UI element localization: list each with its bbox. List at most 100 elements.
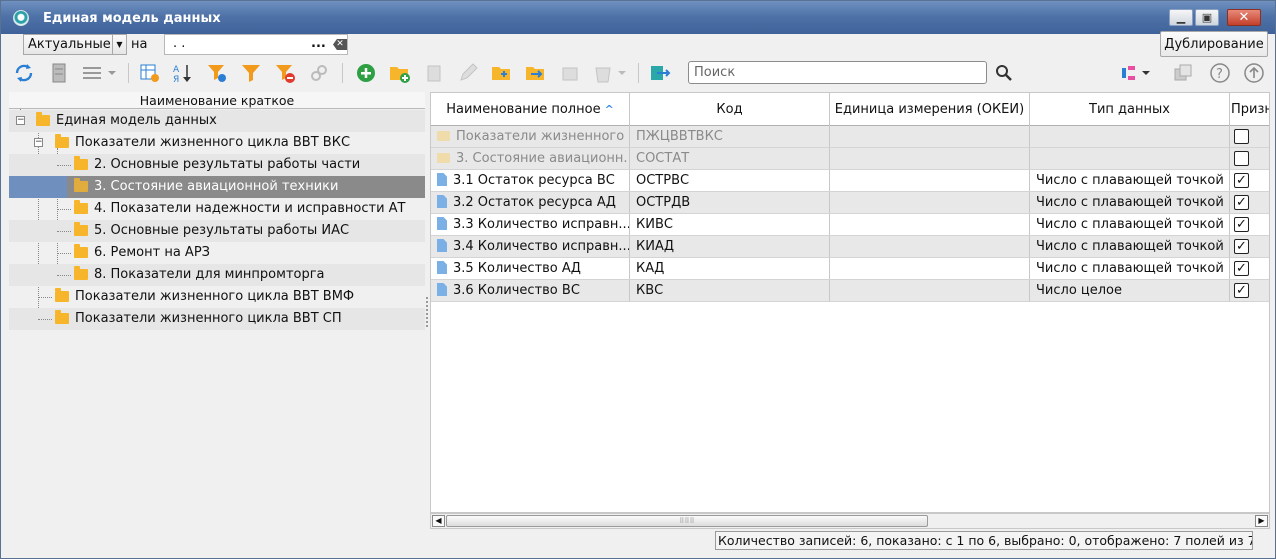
- duplicate-button[interactable]: Дублирование: [1160, 31, 1268, 57]
- folder-icon: [74, 200, 88, 214]
- column-header-name[interactable]: Наименование полное ^: [431, 93, 630, 126]
- windows-icon[interactable]: [1171, 61, 1195, 85]
- move-folder-icon[interactable]: [490, 61, 514, 85]
- sort-ascending-icon: ^: [604, 103, 614, 116]
- data-table: Наименование полное ^ Код Единица измерен…: [430, 92, 1270, 513]
- table-row[interactable]: 3.1 Остаток ресурса ВС ОСТРВС Число с пл…: [431, 170, 1269, 192]
- tree-item-label: Показатели жизненного цикла ВВТ ВМФ: [75, 289, 355, 304]
- table-row[interactable]: 3.2 Остаток ресурса АД ОСТРДВ Число с пл…: [431, 192, 1269, 214]
- tree-item-label: 6. Ремонт на АРЗ: [94, 245, 211, 260]
- delete-icon[interactable]: [592, 61, 632, 85]
- folder-icon: [437, 131, 450, 141]
- svg-text:A: A: [173, 65, 180, 75]
- scroll-right-icon[interactable]: ▶: [1255, 515, 1268, 527]
- export-icon[interactable]: [648, 61, 672, 85]
- tree-header[interactable]: Наименование краткое: [9, 92, 425, 109]
- minimize-button[interactable]: ▁: [1169, 9, 1193, 26]
- menu-icon[interactable]: [81, 61, 121, 85]
- upload-icon[interactable]: [1242, 61, 1266, 85]
- tree-item-2[interactable]: 2. Основные результаты работы части: [9, 154, 425, 176]
- add-folder-icon[interactable]: [388, 61, 412, 85]
- folder-icon: [74, 178, 88, 192]
- tree-item-root[interactable]: − Единая модель данных: [9, 110, 425, 132]
- maximize-icon: ▣: [1201, 11, 1213, 24]
- scrollbar-thumb[interactable]: ⠿⠿⠿: [446, 515, 928, 527]
- checkbox[interactable]: ✓: [1234, 173, 1249, 188]
- table-row[interactable]: Показатели жизненного ... ПЖЦВВТВКС: [431, 126, 1269, 148]
- splitter-grip-icon: [426, 297, 429, 327]
- settings-icon[interactable]: [558, 61, 582, 85]
- column-header-unit[interactable]: Единица измерения (ОКЕИ): [830, 93, 1030, 126]
- search-input[interactable]: [688, 61, 987, 84]
- tree-item-vks[interactable]: − Показатели жизненного цикла ВВТ ВКС: [9, 132, 425, 154]
- close-button[interactable]: ✕: [1227, 9, 1261, 26]
- table-row[interactable]: 3.6 Количество ВС КВС Число целое ✓: [431, 280, 1269, 302]
- checkbox[interactable]: [1234, 151, 1249, 166]
- tree-item-label: Единая модель данных: [56, 113, 217, 128]
- svg-text:?: ?: [1216, 67, 1223, 82]
- tree-item-6[interactable]: 6. Ремонт на АРЗ: [9, 242, 425, 264]
- date-field[interactable]: . . ... ✕: [164, 34, 348, 55]
- table-settings-icon[interactable]: [138, 61, 162, 85]
- refresh-icon[interactable]: [12, 61, 36, 85]
- folder-icon: [55, 288, 69, 302]
- column-header-flag[interactable]: Призн: [1230, 93, 1269, 126]
- help-icon[interactable]: ?: [1208, 61, 1232, 85]
- column-header-code[interactable]: Код: [630, 93, 830, 126]
- tree-item-label: 5. Основные результаты работы ИАС: [94, 223, 350, 238]
- checkbox[interactable]: ✓: [1234, 283, 1249, 298]
- svg-text:Я: Я: [173, 75, 179, 84]
- scroll-left-icon[interactable]: ◀: [432, 515, 445, 527]
- tree-item-4[interactable]: 4. Показатели надежности и исправности А…: [9, 198, 425, 220]
- hierarchy-icon[interactable]: [1118, 61, 1158, 85]
- clear-filter-icon[interactable]: [273, 61, 297, 85]
- period-select[interactable]: Актуальные ▼: [23, 34, 127, 55]
- link-icon[interactable]: [307, 61, 331, 85]
- document-icon: [437, 239, 447, 252]
- date-picker-button[interactable]: ...: [311, 36, 326, 51]
- column-header-type[interactable]: Тип данных: [1030, 93, 1230, 126]
- table-row[interactable]: 3.4 Количество исправн... КИАД Число с п…: [431, 236, 1269, 258]
- tree-item-label: Показатели жизненного цикла ВВТ СП: [75, 311, 342, 326]
- status-bar: Количество записей: 6, показано: с 1 по …: [715, 531, 1253, 550]
- add-icon[interactable]: [354, 61, 378, 85]
- search-field[interactable]: [689, 62, 986, 83]
- transfer-folder-icon[interactable]: [524, 61, 548, 85]
- folder-icon: [74, 156, 88, 170]
- checkbox[interactable]: ✓: [1234, 239, 1249, 254]
- date-label: на: [131, 37, 148, 52]
- tree-item-vmf[interactable]: Показатели жизненного цикла ВВТ ВМФ: [9, 286, 425, 308]
- checkbox[interactable]: ✓: [1234, 261, 1249, 276]
- filter-icon[interactable]: [239, 61, 263, 85]
- title-bar[interactable]: Единая модель данных ▁ ▣ ✕: [1, 1, 1275, 34]
- horizontal-scrollbar[interactable]: ◀ ⠿⠿⠿ ▶: [430, 513, 1270, 529]
- document-icon: [437, 283, 447, 296]
- filter-settings-icon[interactable]: [205, 61, 229, 85]
- checkbox[interactable]: ✓: [1234, 217, 1249, 232]
- folder-icon: [437, 153, 450, 163]
- chevron-down-icon[interactable]: ▼: [112, 35, 126, 54]
- table-row[interactable]: 3.3 Количество исправн... КИВС Число с п…: [431, 214, 1269, 236]
- archive-icon[interactable]: [47, 61, 71, 85]
- tree-item-sp[interactable]: Показатели жизненного цикла ВВТ СП: [9, 308, 425, 330]
- clear-icon[interactable]: ✕: [333, 39, 347, 50]
- tree-item-3-selected[interactable]: 3. Состояние авиационной техники: [9, 176, 425, 198]
- collapse-icon[interactable]: −: [34, 138, 43, 147]
- edit-icon[interactable]: [456, 61, 480, 85]
- table-row[interactable]: 3.5 Количество АД КАД Число с плавающей …: [431, 258, 1269, 280]
- copy-icon[interactable]: [422, 61, 446, 85]
- search-icon[interactable]: [992, 61, 1016, 85]
- table-row[interactable]: 3. Состояние авиационн... СОСТАТ: [431, 148, 1269, 170]
- checkbox[interactable]: ✓: [1234, 195, 1249, 210]
- collapse-icon[interactable]: −: [16, 116, 25, 125]
- date-value: . .: [173, 36, 186, 51]
- sort-az-icon[interactable]: AЯ: [171, 61, 195, 85]
- document-icon: [437, 173, 447, 186]
- tree-item-5[interactable]: 5. Основные результаты работы ИАС: [9, 220, 425, 242]
- document-icon: [437, 217, 447, 230]
- table-header: Наименование полное ^ Код Единица измерен…: [431, 93, 1269, 126]
- tree-item-8[interactable]: 8. Показатели для минпромторга: [9, 264, 425, 286]
- maximize-button[interactable]: ▣: [1195, 9, 1219, 26]
- checkbox[interactable]: [1234, 129, 1249, 144]
- app-logo-icon: [13, 10, 29, 26]
